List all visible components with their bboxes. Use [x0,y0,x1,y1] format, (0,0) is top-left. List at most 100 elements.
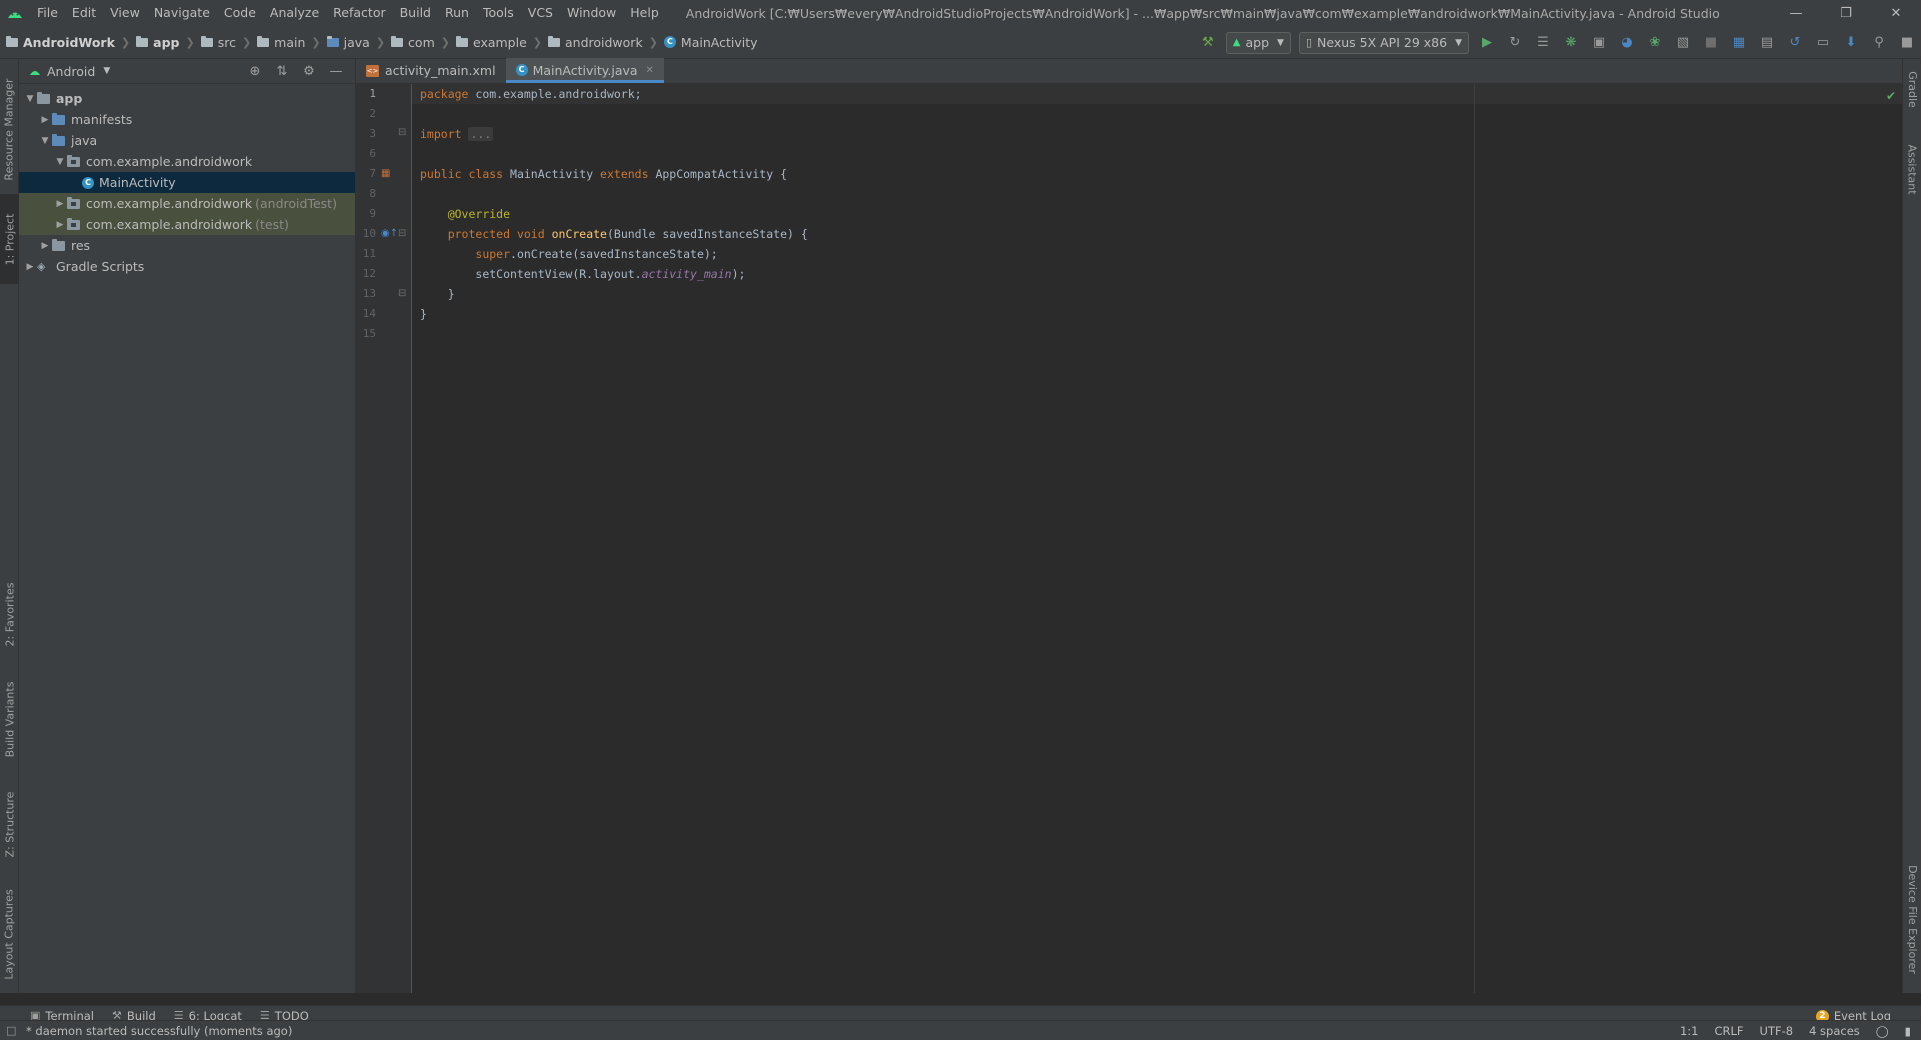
debug-icon[interactable]: ❋ [1559,31,1583,55]
collapse-arrow-icon[interactable]: ▶ [38,115,52,125]
tool-tab-layout-captures[interactable]: Layout Captures [0,879,19,989]
restore-icon[interactable]: ❐ [1821,0,1871,26]
tree-item-app[interactable]: ▼ app [19,88,355,109]
breadcrumb-item-java[interactable]: java [326,35,370,50]
coverage-icon[interactable]: ❀ [1643,31,1667,55]
memory-indicator-icon[interactable]: ▮ [1905,1024,1911,1038]
stop-icon[interactable]: ■ [1699,31,1723,55]
indent-setting[interactable]: 4 spaces [1809,1024,1860,1038]
menu-file[interactable]: File [30,0,65,26]
profile-icon[interactable]: ◕ [1615,31,1639,55]
tool-tab-structure[interactable]: Z: Structure [0,779,19,869]
chevron-down-icon: ▼ [1277,37,1284,48]
menu-build[interactable]: Build [393,0,438,26]
menu-edit[interactable]: Edit [65,0,103,26]
attach-process-icon[interactable]: ▧ [1671,31,1695,55]
tab-activity-main-xml[interactable]: <> activity_main.xml [356,58,506,83]
collapse-arrow-icon[interactable]: ▶ [23,262,37,272]
code-token: .onCreate(savedInstanceState); [510,247,718,261]
layout-inspector-icon[interactable]: ▤ [1755,31,1779,55]
tree-item-mainactivity[interactable]: C MainActivity [19,172,355,193]
close-window-icon[interactable]: ✕ [1871,0,1921,26]
tool-tab-gradle[interactable]: Gradle [1903,59,1921,119]
project-structure-icon[interactable]: ▦ [1727,31,1751,55]
tool-tab-project[interactable]: 1: Project [0,194,19,284]
expand-arrow-icon[interactable]: ▼ [53,157,67,167]
run-icon[interactable]: ▶ [1475,31,1499,55]
hide-panel-icon[interactable]: — [325,61,347,83]
tree-item-gradle-scripts[interactable]: ▶ ◈ Gradle Scripts [19,256,355,277]
menu-code[interactable]: Code [217,0,263,26]
breadcrumb-item-main[interactable]: main [257,35,305,50]
code-token: void [516,227,545,241]
tree-item-manifests[interactable]: ▶ manifests [19,109,355,130]
tab-mainactivity-java[interactable]: C MainActivity.java ✕ [505,58,664,83]
folded-imports[interactable]: ... [468,127,494,141]
sync-gradle-icon[interactable]: ↺ [1783,31,1807,55]
sdk-manager-icon[interactable]: ⬇ [1839,31,1863,55]
menu-tools[interactable]: Tools [476,0,521,26]
menu-window[interactable]: Window [560,0,623,26]
fold-marker-icon[interactable]: ⊟ [398,228,406,239]
minimize-icon[interactable]: — [1771,0,1821,26]
rerun-icon[interactable]: ↻ [1503,31,1527,55]
menu-help[interactable]: Help [623,0,666,26]
menu-refactor[interactable]: Refactor [326,0,392,26]
menu-analyze[interactable]: Analyze [263,0,326,26]
locate-target-icon[interactable]: ⊕ [244,61,266,83]
search-icon[interactable]: ⚲ [1867,31,1891,55]
collapse-arrow-icon[interactable]: ▶ [53,220,67,230]
tree-item-res[interactable]: ▶ res [19,235,355,256]
gear-icon[interactable]: ⚙ [298,61,320,83]
tree-item-package-test[interactable]: ▶ com.example.androidwork (test) [19,214,355,235]
tree-item-package-main[interactable]: ▼ com.example.androidwork [19,151,355,172]
line-separator[interactable]: CRLF [1715,1024,1744,1038]
menu-view[interactable]: View [103,0,147,26]
tool-tab-favorites[interactable]: 2: Favorites [0,569,19,659]
collapse-all-icon[interactable]: ⇅ [271,61,293,83]
collapse-arrow-icon[interactable]: ▶ [53,199,67,209]
tool-tab-build-variants[interactable]: Build Variants [0,669,19,769]
breadcrumb-item-example[interactable]: example [455,35,527,50]
code-editor[interactable]: package com.example.androidwork; import … [412,84,1902,993]
avd-manager-icon[interactable]: ▭ [1811,31,1835,55]
code-token: } [447,287,455,301]
status-message[interactable]: * daemon started successfully (moments a… [26,1024,292,1038]
apply-changes-icon[interactable]: ☰ [1531,31,1555,55]
tree-item-package-androidtest[interactable]: ▶ com.example.androidwork (androidTest) [19,193,355,214]
caret-position[interactable]: 1:1 [1680,1024,1699,1038]
activity-layout-icon[interactable]: ▦ [381,168,390,179]
collapse-arrow-icon[interactable]: ▶ [38,241,52,251]
breadcrumb-item-androidwork[interactable]: androidwork [548,35,643,50]
device-select[interactable]: ▯ Nexus 5X API 29 x86 ▼ [1298,31,1469,54]
toggle-tool-windows-icon[interactable]: □ [6,1024,16,1037]
expand-arrow-icon[interactable]: ▼ [23,94,37,104]
breadcrumb-item-project[interactable]: AndroidWork [6,35,115,50]
breadcrumb-item-app[interactable]: app [136,35,179,50]
menu-vcs[interactable]: VCS [521,0,560,26]
tool-tab-assistant[interactable]: Assistant [1903,129,1921,209]
fold-marker-icon[interactable]: ⊟ [398,288,406,299]
account-icon[interactable]: ■ [1895,31,1919,55]
inspection-ok-icon[interactable]: ✔ [1886,89,1896,103]
fold-marker-icon[interactable]: ⊟ [398,127,406,138]
run-config-select[interactable]: ▲ app ▼ [1225,31,1291,54]
close-icon[interactable]: ✕ [646,65,654,76]
menu-run[interactable]: Run [438,0,476,26]
expand-arrow-icon[interactable]: ▼ [38,136,52,146]
tool-tab-resource-manager[interactable]: Resource Manager [0,69,19,189]
file-encoding[interactable]: UTF-8 [1760,1024,1794,1038]
tool-tab-device-file-explorer[interactable]: Device File Explorer [1903,849,1921,989]
attach-debugger-icon[interactable]: ▣ [1587,31,1611,55]
line-number: 3 [369,127,376,140]
override-method-icon[interactable]: ◉↑ [381,228,398,239]
unlock-icon[interactable]: ◯ [1876,1024,1889,1038]
breadcrumb-item-com[interactable]: com [391,35,435,50]
tree-item-java[interactable]: ▼ java [19,130,355,151]
editor-gutter: 1 2 3 6 7 8 9 10 11 12 13 14 15 ▦ ◉↑ ⊟ ⊟… [356,84,412,993]
breadcrumb-item-mainactivity[interactable]: C MainActivity [663,35,758,50]
menu-navigate[interactable]: Navigate [147,0,217,26]
make-project-hammer-icon[interactable]: ⚒ [1196,31,1220,55]
breadcrumb-item-src[interactable]: src [200,35,236,50]
project-view-select[interactable]: Android ▼ [29,64,110,79]
